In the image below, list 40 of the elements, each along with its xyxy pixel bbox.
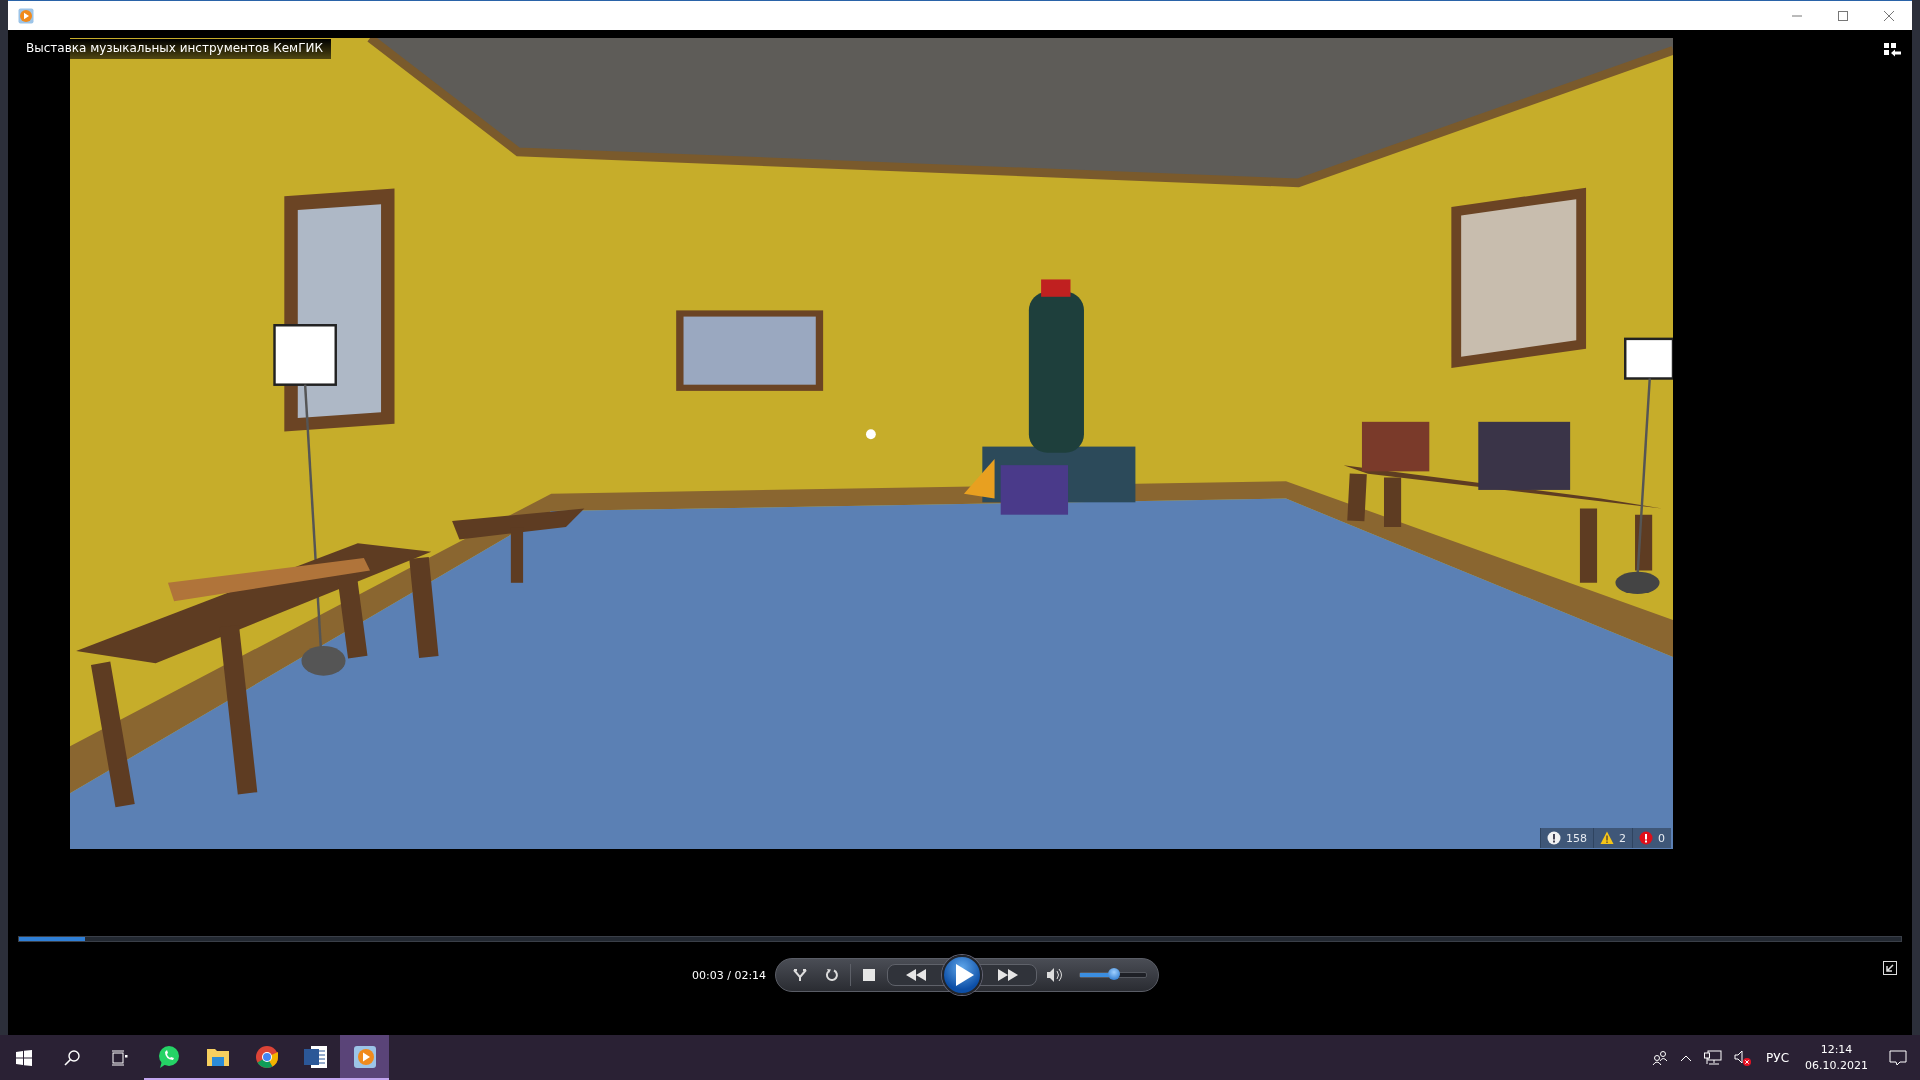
- time-display: 00:03 / 02:14: [692, 968, 768, 982]
- repeat-icon: [825, 968, 839, 982]
- shuffle-icon: [793, 968, 807, 982]
- clock-time: 12:14: [1820, 1041, 1853, 1058]
- task-view-icon: [112, 1049, 128, 1066]
- stop-icon: [863, 969, 875, 981]
- fast-forward-icon: [998, 969, 1018, 981]
- fast-forward-button[interactable]: [979, 964, 1037, 986]
- rewind-button[interactable]: [887, 964, 945, 986]
- arrow-box-icon: [1883, 961, 1897, 975]
- error-count: 0: [1658, 831, 1665, 845]
- language-indicator[interactable]: РУС: [1758, 1035, 1797, 1080]
- windows-logo-icon: [16, 1049, 32, 1066]
- close-icon: [1883, 9, 1895, 22]
- speech-bubble-icon: [1889, 1049, 1907, 1066]
- warning-count: 2: [1619, 831, 1626, 845]
- play-button[interactable]: [942, 955, 982, 995]
- clock-date: 06.10.2021: [1805, 1057, 1868, 1074]
- info-icon: [1547, 831, 1561, 845]
- circle-logo-icon: [253, 1043, 280, 1070]
- play-icon: [954, 964, 974, 986]
- seek-bar[interactable]: [18, 936, 1902, 942]
- speaker-muted-icon: [1734, 1049, 1753, 1066]
- warning-icon: [1600, 831, 1614, 845]
- play-logo-icon: [18, 7, 34, 24]
- grid-arrow-icon: [1884, 43, 1902, 59]
- error-icon: [1639, 831, 1653, 845]
- maximize-icon: [1837, 9, 1849, 22]
- speaker-icon: [1047, 968, 1063, 982]
- network-icon: [1704, 1049, 1723, 1066]
- play-logo-icon: [351, 1043, 378, 1070]
- document-w-icon: [302, 1043, 329, 1070]
- people-icon: [1652, 1049, 1669, 1066]
- volume-thumb[interactable]: [1108, 968, 1121, 980]
- switch-to-library-button[interactable]: [1880, 958, 1900, 978]
- clock[interactable]: 12:14 06.10.2021: [1797, 1041, 1876, 1074]
- chevron-up-icon: [1680, 1053, 1693, 1062]
- rewind-icon: [906, 969, 926, 981]
- info-count: 158: [1566, 831, 1587, 845]
- search-icon: [64, 1049, 80, 1066]
